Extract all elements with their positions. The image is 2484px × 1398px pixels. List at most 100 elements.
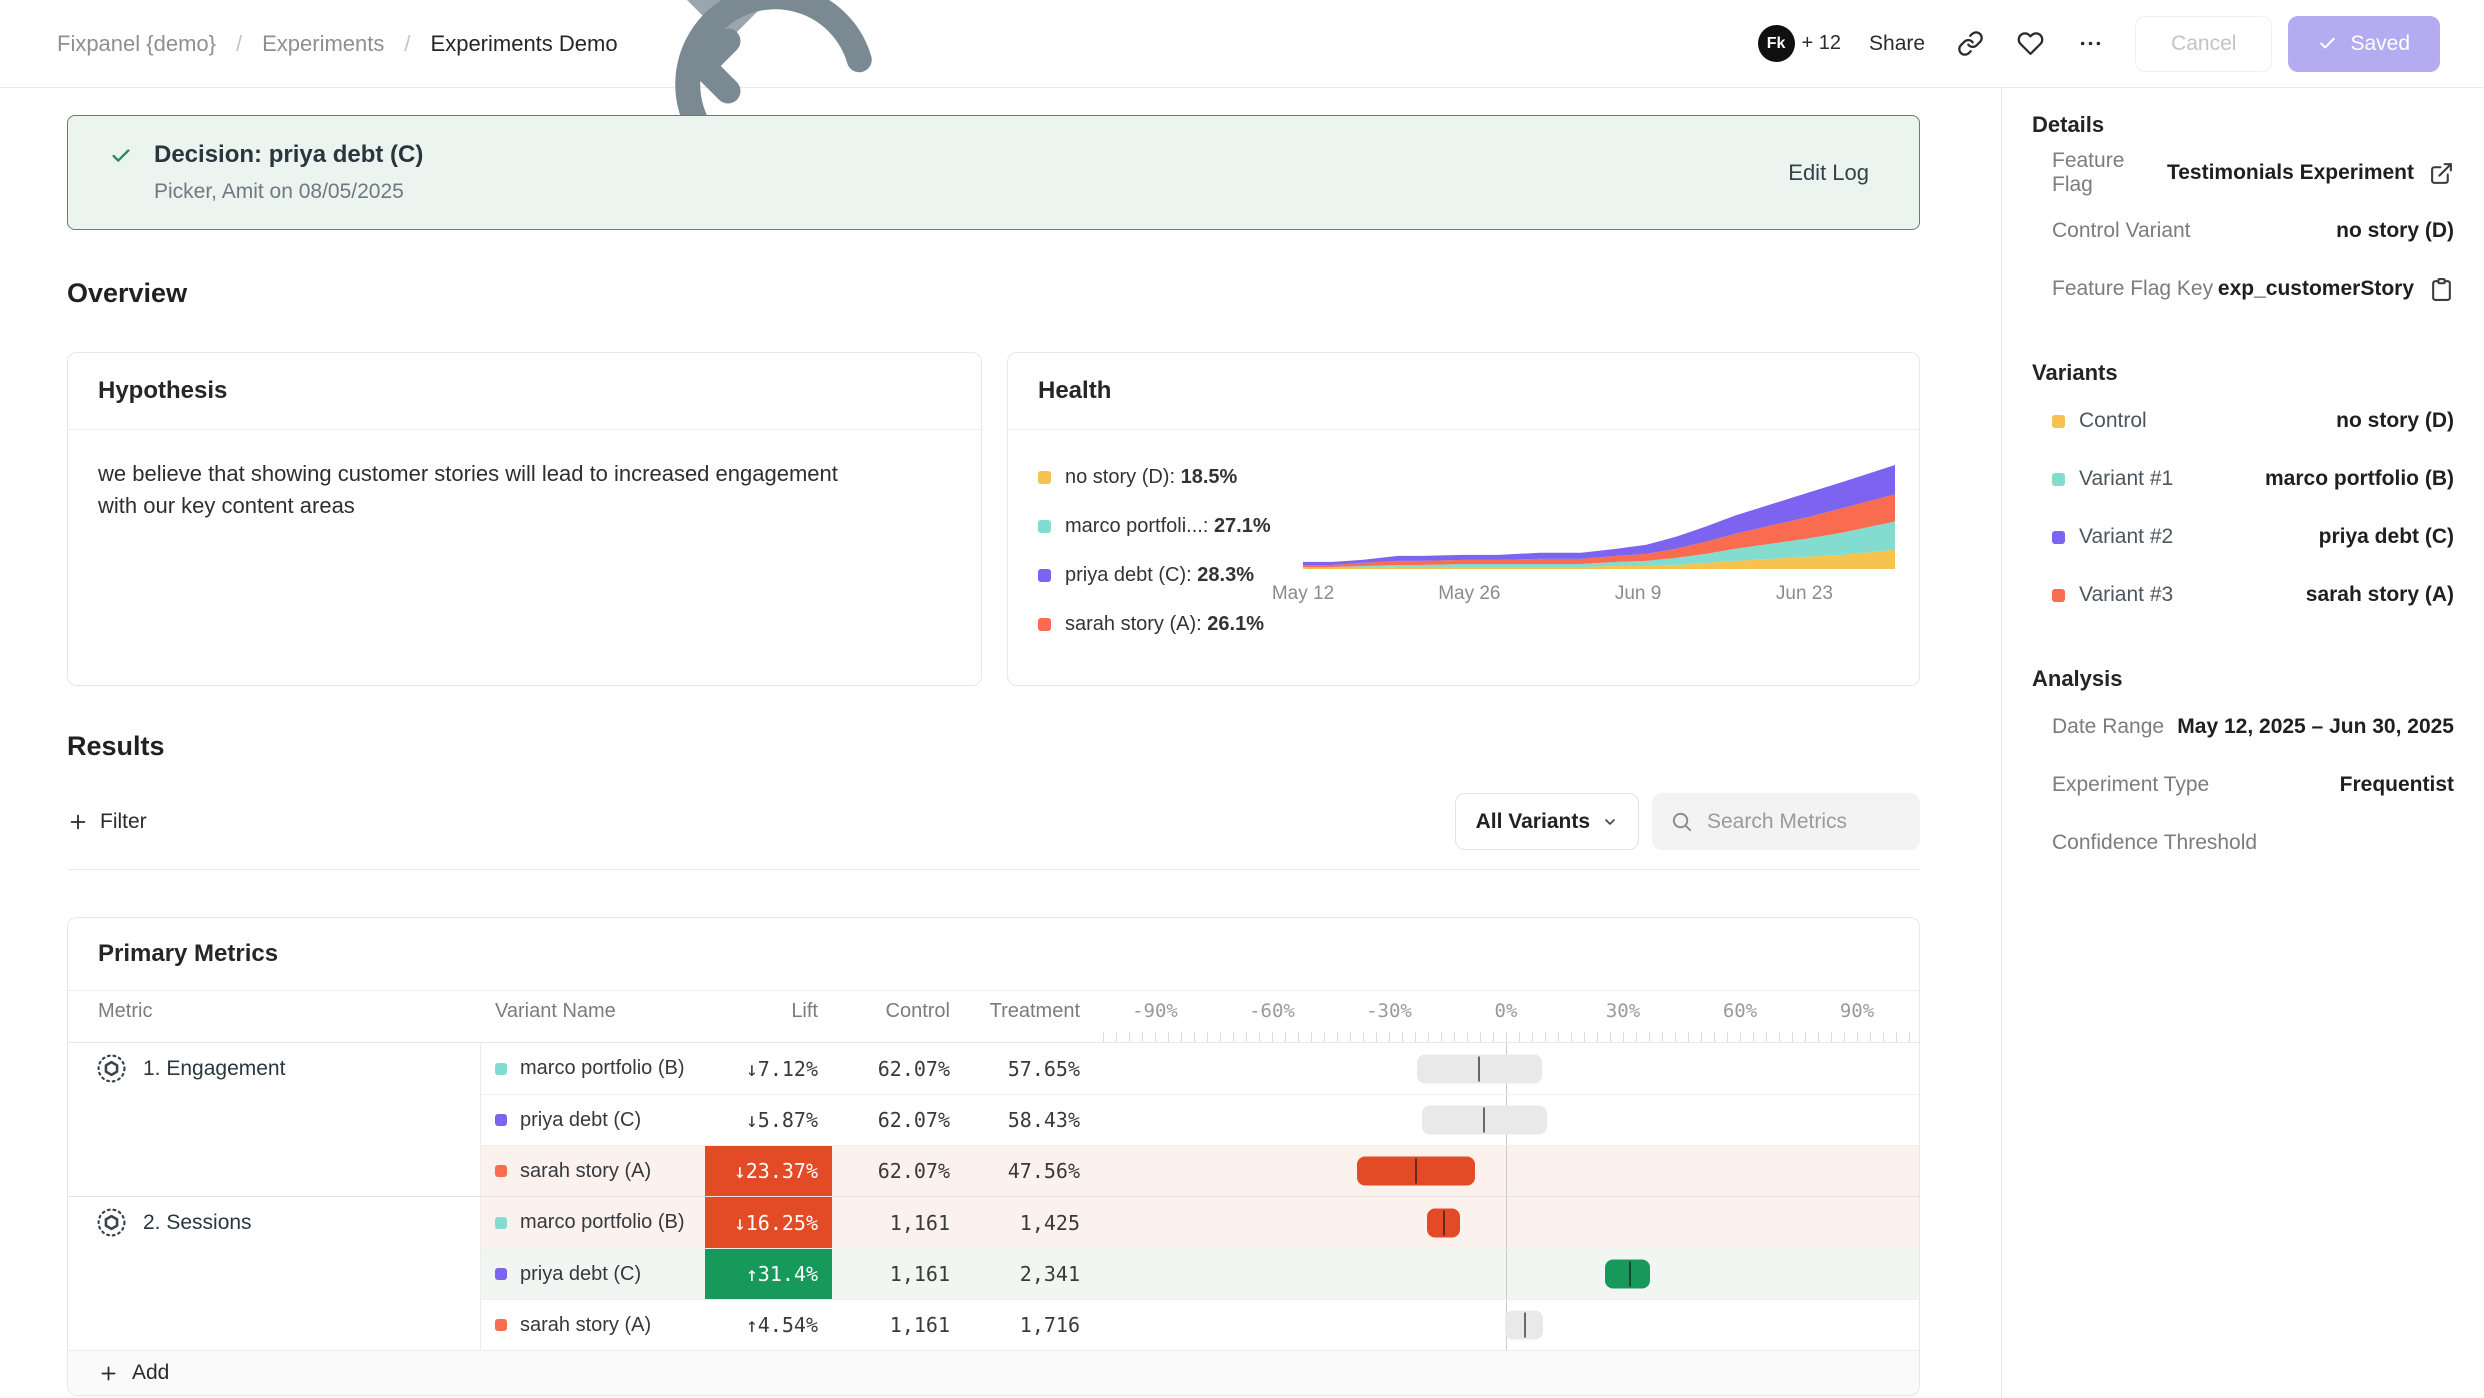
variants-dropdown[interactable]: All Variants — [1455, 793, 1639, 850]
lift-axis-tick — [1493, 1032, 1494, 1042]
col-header-treatment: Treatment — [962, 991, 1092, 1042]
edit-log-button[interactable]: Edit Log — [1788, 160, 1869, 186]
saved-button-label: Saved — [2350, 32, 2410, 56]
table-row[interactable]: marco portfolio (B)↓7.12%62.07%57.65% — [481, 1043, 1919, 1094]
collaborators-count[interactable]: + 12 — [1802, 32, 1841, 55]
variant-name-cell: priya debt (C) — [481, 1263, 705, 1286]
sidebar-row-label: Confidence Threshold — [2032, 831, 2257, 855]
treatment-value-cell: 1,425 — [962, 1211, 1092, 1235]
confidence-interval-cell — [1092, 1249, 1919, 1299]
variant-swatch — [495, 1319, 507, 1331]
sidebar-row-label: Variant #1 — [2032, 467, 2173, 491]
health-legend-item: sarah story (A): 26.1% — [1038, 613, 1299, 636]
control-value-cell: 1,161 — [832, 1313, 962, 1337]
external-link-icon[interactable] — [2429, 161, 2454, 186]
lift-axis-tick — [1597, 1032, 1598, 1042]
x-axis-tick-label: Jun 9 — [1615, 583, 1661, 605]
lift-axis-tick — [1415, 1032, 1416, 1042]
lift-axis-tick — [1818, 1032, 1819, 1042]
more-options-icon[interactable] — [2075, 29, 2105, 59]
lift-axis-tick — [1233, 1032, 1234, 1042]
lift-axis-tick — [1558, 1032, 1559, 1042]
lift-axis-tick — [1727, 1032, 1728, 1042]
sidebar-row-label: Experiment Type — [2032, 773, 2209, 797]
lift-axis-label: 30% — [1606, 1000, 1640, 1022]
col-header-control: Control — [832, 991, 962, 1042]
treatment-value-cell: 1,716 — [962, 1313, 1092, 1337]
copy-link-icon[interactable] — [1955, 29, 1985, 59]
clipboard-icon[interactable] — [2429, 277, 2454, 302]
health-title: Health — [1008, 353, 1919, 430]
variant-name-cell: priya debt (C) — [481, 1109, 705, 1132]
avatar[interactable]: Fk — [1758, 25, 1795, 62]
lift-axis-tick — [1467, 1032, 1468, 1042]
variant-swatch — [2052, 415, 2065, 428]
add-metric-button[interactable]: Add — [68, 1350, 1919, 1395]
table-row[interactable]: priya debt (C)↑31.4%1,1612,341 — [481, 1248, 1919, 1299]
confidence-interval-cell — [1092, 1043, 1919, 1094]
zero-line — [1506, 1249, 1507, 1299]
variant-name-cell: sarah story (A) — [481, 1314, 705, 1337]
sidebar-row-value: no story (D) — [2336, 409, 2454, 433]
cancel-button[interactable]: Cancel — [2135, 16, 2272, 72]
variant-swatch — [495, 1114, 507, 1126]
sidebar-row: Date RangeMay 12, 2025 – Jun 30, 2025 — [2032, 698, 2454, 756]
sidebar-row: Control Variantno story (D) — [2032, 202, 2454, 260]
lift-axis-tick — [1142, 1032, 1143, 1042]
breadcrumb-experiments[interactable]: Experiments — [262, 31, 384, 57]
table-row[interactable]: marco portfolio (B)↓16.25%1,1611,425 — [481, 1197, 1919, 1248]
lift-cell: ↑4.54% — [705, 1300, 832, 1350]
lift-axis-tick — [1688, 1032, 1689, 1042]
control-value-cell: 1,161 — [832, 1262, 962, 1286]
sidebar-row-label: Date Range — [2032, 715, 2164, 739]
table-row[interactable]: sarah story (A)↑4.54%1,1611,716 — [481, 1299, 1919, 1350]
saved-button[interactable]: Saved — [2288, 16, 2440, 72]
lift-axis-tick — [1909, 1032, 1910, 1042]
treatment-value-cell: 47.56% — [962, 1159, 1092, 1183]
search-metrics-input[interactable] — [1705, 809, 1902, 835]
favorite-icon[interactable] — [2015, 29, 2045, 59]
sidebar-row-value: priya debt (C) — [2319, 525, 2454, 549]
treatment-value-cell: 58.43% — [962, 1108, 1092, 1132]
sidebar-row: Variant #2priya debt (C) — [2032, 508, 2454, 566]
health-legend: no story (D): 18.5%marco portfoli...: 27… — [1038, 450, 1299, 662]
confidence-interval-mean-tick — [1524, 1313, 1526, 1338]
health-x-axis-labels: May 12May 26Jun 9Jun 23 — [1303, 583, 1895, 611]
lift-axis-tick — [1753, 1032, 1754, 1042]
metric-name: 2. Sessions — [68, 1197, 480, 1248]
decision-subtitle: Picker, Amit on 08/05/2025 — [154, 180, 423, 204]
lift-axis-tick — [1649, 1032, 1650, 1042]
sidebar-row-label: Feature Flag — [2032, 149, 2167, 197]
variant-swatch — [495, 1268, 507, 1280]
lift-axis-tick — [1363, 1032, 1364, 1042]
metric-goal-icon — [96, 1053, 127, 1084]
lift-axis-tick — [1220, 1032, 1221, 1042]
sidebar-row-value: Testimonials Experiment — [2167, 161, 2414, 185]
sidebar-row: Feature Flag Keyexp_customerStory — [2032, 260, 2454, 318]
chevron-down-icon — [1602, 814, 1618, 830]
treatment-value-cell: 2,341 — [962, 1262, 1092, 1286]
breadcrumb-project[interactable]: Fixpanel {demo} — [57, 31, 216, 57]
sidebar-row-label: Control Variant — [2032, 219, 2191, 243]
control-value-cell: 1,161 — [832, 1211, 962, 1235]
top-bar: Fixpanel {demo} / Experiments / Experime… — [0, 0, 2484, 88]
sidebar-row-value: exp_customerStory — [2218, 277, 2414, 301]
variant-name: marco portfolio (B) — [520, 1211, 685, 1234]
confidence-interval-cell — [1092, 1146, 1919, 1196]
sidebar-row-label: Variant #3 — [2032, 583, 2173, 607]
col-header-metric: Metric — [68, 991, 481, 1042]
lift-axis-tick — [1870, 1032, 1871, 1042]
lift-axis-tick — [1662, 1032, 1663, 1042]
lift-axis-tick — [1831, 1032, 1832, 1042]
share-button[interactable]: Share — [1869, 32, 1925, 56]
table-row[interactable]: sarah story (A)↓23.37%62.07%47.56% — [481, 1145, 1919, 1196]
lift-axis-label: -30% — [1366, 1000, 1412, 1022]
lift-axis-ruler — [1092, 1028, 1919, 1042]
treatment-value-cell: 57.65% — [962, 1057, 1092, 1081]
sidebar-label-text: Feature Flag Key — [2052, 277, 2213, 301]
metric-group: 2. Sessionsmarco portfolio (B)↓16.25%1,1… — [68, 1196, 1919, 1350]
lift-axis-tick — [1623, 1032, 1624, 1042]
add-filter-button[interactable]: Filter — [67, 810, 147, 834]
table-row[interactable]: priya debt (C)↓5.87%62.07%58.43% — [481, 1094, 1919, 1145]
variant-name-cell: marco portfolio (B) — [481, 1211, 705, 1234]
